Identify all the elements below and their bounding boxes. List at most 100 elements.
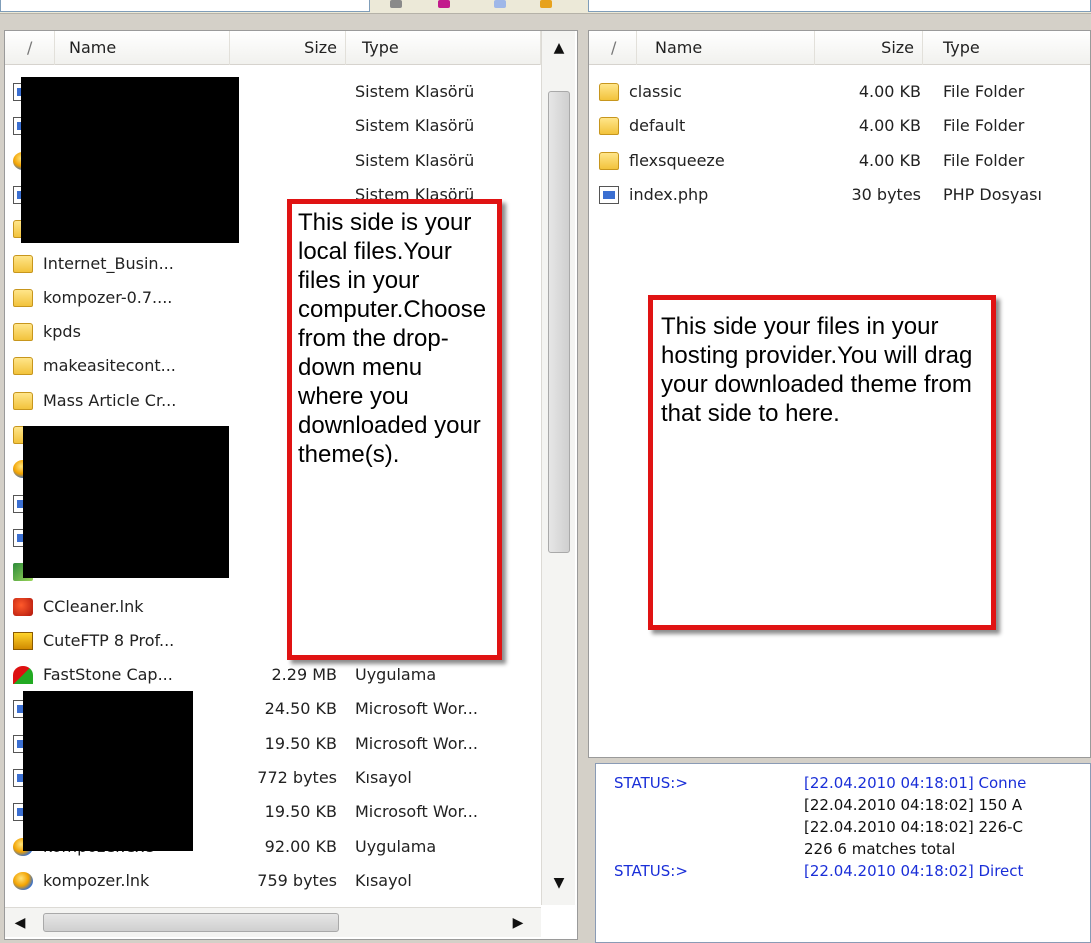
local-column-header: / Name Size Type xyxy=(5,31,541,65)
local-vertical-scrollbar[interactable]: ▲ ▼ xyxy=(541,31,575,905)
scroll-down-button[interactable]: ▼ xyxy=(542,866,576,900)
file-type: File Folder xyxy=(943,150,1025,170)
status-message: 226 6 matches total xyxy=(804,840,956,858)
status-message: [22.04.2010 04:18:01] Conne xyxy=(804,774,1027,792)
file-row[interactable]: flexsqueeze 4.00 KB File Folder xyxy=(589,144,1090,178)
toolbar-icon[interactable] xyxy=(390,0,402,8)
type-column-header[interactable]: Type xyxy=(923,31,1090,65)
status-entry: [22.04.2010 04:18:02] 226-C xyxy=(596,816,1090,838)
file-size: 2.29 MB xyxy=(271,665,338,685)
file-size: 24.50 KB xyxy=(264,699,337,719)
scroll-left-button[interactable]: ◀ xyxy=(5,908,35,938)
file-name: CCleaner.lnk xyxy=(43,596,144,616)
file-size: 759 bytes xyxy=(257,870,337,890)
file-name: kompozer.lnk xyxy=(43,870,150,890)
sort-column[interactable]: / xyxy=(589,31,637,65)
kompozer-icon xyxy=(13,871,33,890)
remote-side-annotation: This side your files in your hosting pro… xyxy=(648,295,996,630)
file-size: 30 bytes xyxy=(851,184,921,204)
file-row[interactable]: FastStone Cap... 2.29 MB Uygulama xyxy=(5,658,541,692)
file-size: 4.00 KB xyxy=(858,82,921,101)
status-log[interactable]: STATUS:> [22.04.2010 04:18:01] Conne [22.0… xyxy=(595,763,1091,943)
status-label: STATUS:> xyxy=(614,774,688,792)
status-entry: 226 6 matches total xyxy=(596,838,1090,860)
scroll-thumb[interactable] xyxy=(548,91,570,553)
folder-icon xyxy=(599,151,619,170)
type-column-header[interactable]: Type xyxy=(346,31,541,65)
status-message: [22.04.2010 04:18:02] 226-C xyxy=(804,818,1024,836)
file-name: Mass Article Cr... xyxy=(43,390,177,410)
local-path-dropdown[interactable] xyxy=(0,0,370,12)
folder-icon xyxy=(13,254,33,273)
redacted-region xyxy=(21,77,239,243)
file-row[interactable]: index.php 30 bytes PHP Dosyası xyxy=(589,178,1090,212)
file-row[interactable]: kompozer.lnk 759 bytes Kısayol xyxy=(5,864,541,898)
folder-icon xyxy=(599,117,619,136)
status-message: [22.04.2010 04:18:02] 150 A xyxy=(804,796,1023,814)
file-type: Microsoft Wor... xyxy=(355,802,478,822)
scroll-right-button[interactable]: ▶ xyxy=(503,908,533,938)
scroll-up-button[interactable]: ▲ xyxy=(542,31,576,65)
folder-icon xyxy=(599,83,619,101)
file-name: FastStone Cap... xyxy=(43,665,173,685)
toolbar-strip xyxy=(0,0,1091,14)
toolbar-icon[interactable] xyxy=(494,0,506,8)
file-type: Sistem Klasörü xyxy=(355,116,475,136)
name-column-header[interactable]: Name xyxy=(55,31,230,65)
folder-icon xyxy=(13,288,33,307)
file-name: index.php xyxy=(629,184,709,204)
file-size: 4.00 KB xyxy=(858,116,921,136)
folder-icon xyxy=(13,323,33,342)
file-name: makeasitecont... xyxy=(43,356,176,376)
file-name: flexsqueeze xyxy=(629,150,725,170)
size-column-header[interactable]: Size xyxy=(230,31,346,65)
cuteftp-icon xyxy=(13,631,33,650)
local-side-annotation: This side is your local files.Your files… xyxy=(287,199,502,660)
ccleaner-icon xyxy=(13,597,33,616)
file-type: Sistem Klasörü xyxy=(355,150,475,170)
file-type: Sistem Klasörü xyxy=(355,82,475,101)
file-size: 4.00 KB xyxy=(858,150,921,170)
status-entry: [22.04.2010 04:18:02] 150 A xyxy=(596,794,1090,816)
local-horizontal-scrollbar[interactable]: ◀ ▶ xyxy=(5,907,541,937)
folder-icon xyxy=(13,357,33,376)
status-entry: STATUS:> [22.04.2010 04:18:02] Direct xyxy=(596,860,1090,882)
file-size: 19.50 KB xyxy=(264,802,337,822)
file-size: 772 bytes xyxy=(257,768,337,787)
file-type: Microsoft Wor... xyxy=(355,733,478,753)
toolbar-icon[interactable] xyxy=(540,0,552,8)
status-entry: STATUS:> [22.04.2010 04:18:01] Conne xyxy=(596,772,1090,794)
redacted-region xyxy=(23,426,229,578)
redacted-region xyxy=(23,691,193,851)
file-size: 19.50 KB xyxy=(264,733,337,753)
file-size: 92.00 KB xyxy=(264,836,337,856)
file-type: Kısayol xyxy=(355,768,412,787)
file-type: PHP Dosyası xyxy=(943,184,1042,204)
file-name: default xyxy=(629,116,686,136)
php-file-icon xyxy=(599,185,619,204)
file-name: kpds xyxy=(43,322,81,342)
folder-icon xyxy=(13,391,33,410)
size-column-header[interactable]: Size xyxy=(815,31,923,65)
file-row[interactable]: classic 4.00 KB File Folder xyxy=(589,75,1090,109)
status-message: [22.04.2010 04:18:02] Direct xyxy=(804,862,1024,880)
file-name: classic xyxy=(629,82,682,101)
remote-path-dropdown[interactable] xyxy=(588,0,1091,12)
sort-column[interactable]: / xyxy=(5,31,55,65)
file-name: Internet_Busin... xyxy=(43,253,174,273)
file-row[interactable]: default 4.00 KB File Folder xyxy=(589,109,1090,143)
scroll-thumb[interactable] xyxy=(43,913,339,932)
file-type: File Folder xyxy=(943,116,1025,136)
file-type: File Folder xyxy=(943,82,1025,101)
file-type: Uygulama xyxy=(355,665,437,685)
remote-column-header: / Name Size Type xyxy=(589,31,1090,65)
file-type: Kısayol xyxy=(355,870,412,890)
faststone-icon xyxy=(13,666,33,685)
toolbar-icon[interactable] xyxy=(438,0,450,8)
file-type: Microsoft Wor... xyxy=(355,699,478,719)
file-type: Uygulama xyxy=(355,836,437,856)
name-column-header[interactable]: Name xyxy=(637,31,815,65)
file-name: CuteFTP 8 Prof... xyxy=(43,630,175,650)
status-label: STATUS:> xyxy=(614,862,688,880)
file-name: kompozer-0.7.... xyxy=(43,287,173,307)
